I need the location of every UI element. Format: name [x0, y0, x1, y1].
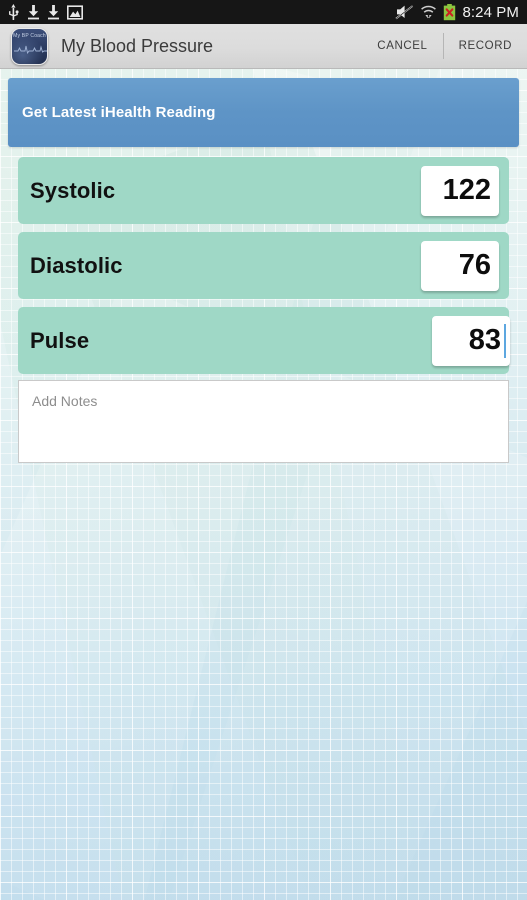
- diastolic-input[interactable]: 76: [421, 240, 499, 291]
- systolic-label: Systolic: [30, 177, 116, 203]
- ecg-line-icon: [14, 44, 47, 54]
- systolic-row: Systolic 122: [18, 157, 509, 224]
- page-title: My Blood Pressure: [61, 35, 214, 56]
- text-cursor: [504, 323, 506, 358]
- pulse-value: 83: [468, 324, 501, 356]
- app-icon-label: My BP Coach: [13, 32, 46, 39]
- status-bar: 8:24 PM: [0, 0, 527, 24]
- diastolic-label: Diastolic: [30, 252, 123, 278]
- wifi-icon: [421, 5, 437, 19]
- diastolic-value: 76: [458, 249, 491, 281]
- get-latest-ihealth-reading-button[interactable]: Get Latest iHealth Reading: [8, 78, 519, 147]
- status-bar-system: 8:24 PM: [395, 3, 527, 21]
- status-bar-clock: 8:24 PM: [462, 3, 519, 21]
- cancel-button[interactable]: CANCEL: [362, 24, 442, 68]
- notes-input[interactable]: Add Notes: [18, 380, 509, 463]
- systolic-value: 122: [442, 174, 491, 206]
- pulse-label: Pulse: [30, 327, 90, 353]
- battery-error-icon: [444, 3, 456, 20]
- image-icon: [67, 4, 83, 20]
- action-bar: My BP Coach My Blood Pressure CANCEL REC…: [0, 24, 527, 69]
- download-icon: [28, 5, 39, 20]
- diastolic-row: Diastolic 76: [18, 232, 509, 299]
- app-icon[interactable]: My BP Coach: [11, 27, 48, 65]
- main-content: Get Latest iHealth Reading Systolic 122 …: [0, 69, 527, 900]
- pulse-row: Pulse 83: [18, 307, 510, 374]
- pulse-input[interactable]: 83: [432, 315, 510, 366]
- systolic-input[interactable]: 122: [421, 165, 499, 216]
- status-bar-notifications: [0, 3, 83, 21]
- download-icon: [48, 5, 59, 20]
- usb-icon: [9, 3, 19, 20]
- action-bar-buttons: CANCEL RECORD: [362, 24, 527, 68]
- ihealth-button-label: Get Latest iHealth Reading: [22, 104, 216, 121]
- mute-icon: [395, 5, 414, 20]
- notes-placeholder: Add Notes: [32, 393, 98, 409]
- record-button[interactable]: RECORD: [444, 24, 527, 68]
